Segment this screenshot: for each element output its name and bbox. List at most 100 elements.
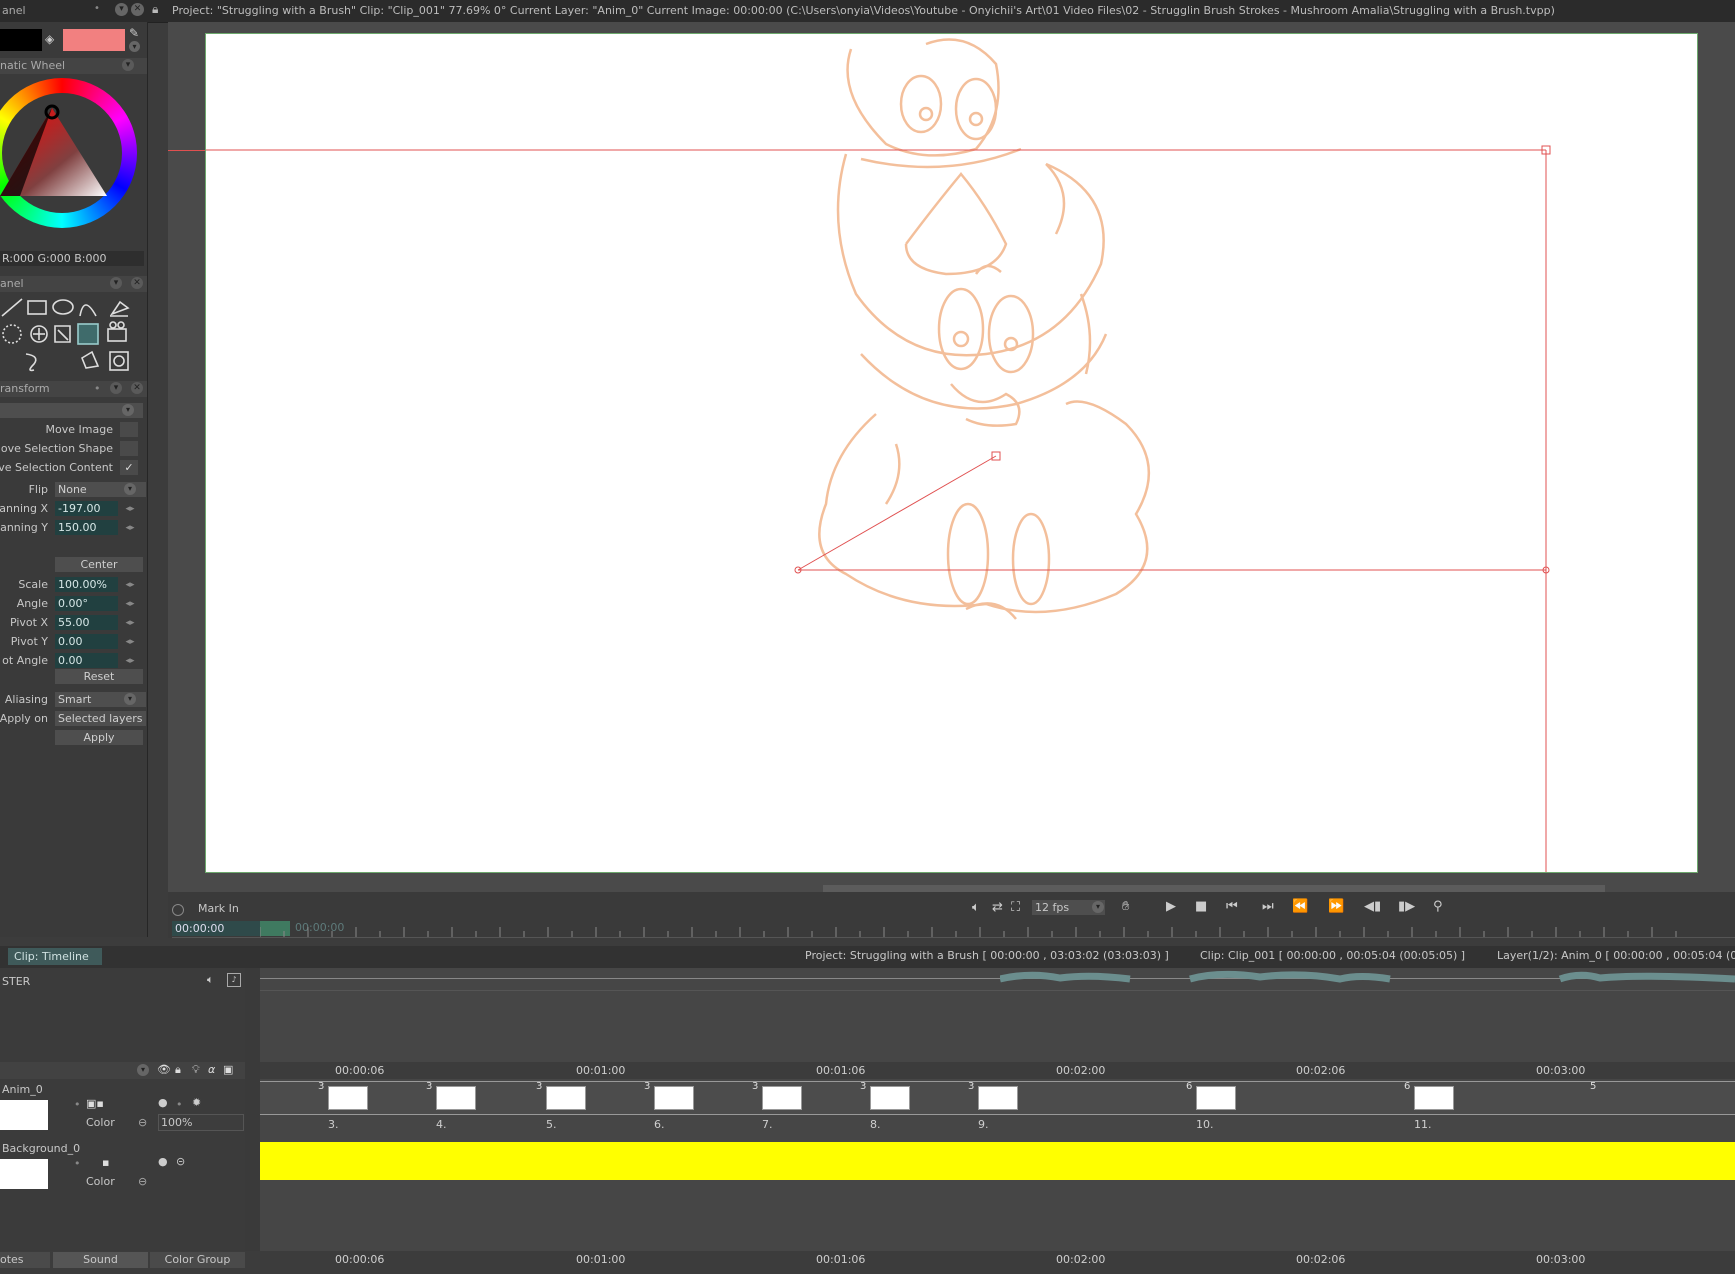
prev-frame-icon[interactable]: ◀▮ <box>1364 899 1381 914</box>
fullscreen-icon[interactable]: ⛶ <box>1011 900 1020 915</box>
opacity-field[interactable]: 100% <box>158 1114 244 1131</box>
pin-icon[interactable]: • <box>94 3 100 14</box>
last-frame-icon[interactable]: ⏭ <box>1262 899 1274 914</box>
frame-thumbnail[interactable] <box>546 1086 586 1110</box>
scale-field[interactable]: 100.00% <box>55 577 118 592</box>
next-key-icon[interactable]: ⏩ <box>1328 899 1344 914</box>
hand-icon[interactable]: ✋︎ <box>1122 899 1129 914</box>
close-icon[interactable]: ✕ <box>131 3 144 16</box>
apply-button[interactable]: Apply <box>55 730 143 745</box>
mark-in-label[interactable]: Mark In <box>198 902 239 915</box>
lock-icon[interactable]: 🔒︎ <box>175 1063 181 1077</box>
next-frame-icon[interactable]: ▮▶ <box>1398 899 1415 914</box>
frame-thumbnail[interactable] <box>762 1086 802 1110</box>
eyedropper-icon[interactable]: ✎ <box>129 26 139 40</box>
move-image-checkbox[interactable] <box>120 422 138 437</box>
spinner-icon[interactable]: ◂▸ <box>124 636 136 648</box>
panning-y-field[interactable]: 150.00 <box>55 520 118 535</box>
first-frame-icon[interactable]: ⏮ <box>1226 899 1238 914</box>
light-table-icon[interactable]: 💡︎ <box>192 1063 200 1077</box>
background-track[interactable] <box>260 1142 1735 1180</box>
play-icon[interactable]: ▶ <box>1166 899 1176 914</box>
mark-in-icon[interactable] <box>172 904 184 916</box>
splitter[interactable] <box>245 968 260 1251</box>
frame-thumbnail[interactable] <box>1196 1086 1236 1110</box>
panning-x-field[interactable]: -197.00 <box>55 501 118 516</box>
stop-icon[interactable]: ■ <box>1195 899 1207 914</box>
marker-icon[interactable]: ⚲ <box>1433 899 1443 914</box>
volume-icon[interactable]: 🔈︎ <box>972 900 980 915</box>
frame-thumbnail[interactable] <box>328 1086 368 1110</box>
pivot-x-field[interactable]: 55.00 <box>55 615 118 630</box>
lock-icon[interactable]: 🔒︎ <box>152 2 158 17</box>
layer-mode-icon[interactable]: ▣▪ <box>86 1097 104 1110</box>
visibility-icon[interactable]: 👁︎ <box>157 1063 171 1076</box>
loop-icon[interactable]: ⇄ <box>992 900 1003 915</box>
check-icon[interactable]: ✓ <box>120 460 138 475</box>
frame-thumbnail[interactable] <box>870 1086 910 1110</box>
pin-icon[interactable]: • <box>74 1098 81 1111</box>
apply-on-dropdown[interactable]: Selected layers <box>55 711 146 726</box>
frame-thumbnail[interactable] <box>1414 1086 1454 1110</box>
layer-row-anim[interactable]: Anim_0 • ▣▪ ● • ✹ Color ⊖ 100% <box>0 1080 245 1138</box>
frame-duration: 3 <box>752 1081 759 1092</box>
secondary-color-swatch[interactable] <box>63 29 125 51</box>
panel-menu-icon[interactable]: ▾ <box>110 382 122 394</box>
spinner-icon[interactable]: ◂▸ <box>124 503 136 515</box>
chevron-down-icon[interactable]: ▾ <box>137 1064 149 1076</box>
spinner-icon[interactable]: ◂▸ <box>124 522 136 534</box>
sound-settings-icon[interactable]: ♪ <box>227 973 241 987</box>
track-area[interactable]: 00:00:06 00:01:00 00:01:06 00:02:00 00:0… <box>260 968 1735 1251</box>
visibility-dot-icon[interactable]: ● <box>158 1096 168 1109</box>
transform-preset-dropdown[interactable]: ▾ <box>0 403 143 418</box>
close-icon[interactable]: ✕ <box>131 277 143 289</box>
panel-menu-icon[interactable]: ▾ <box>122 59 134 71</box>
pivot-y-field[interactable]: 0.00 <box>55 634 118 649</box>
prev-key-icon[interactable]: ⏪ <box>1292 899 1308 914</box>
anim-track[interactable]: 3 3 3 3 3 3 3 6 6 5 <box>260 1081 1735 1115</box>
minus-icon[interactable]: ⊖ <box>138 1175 147 1188</box>
minimize-icon[interactable]: ▾ <box>115 3 128 16</box>
sound-tab[interactable]: Sound <box>53 1252 148 1268</box>
angle-field[interactable]: 0.00° <box>55 596 118 611</box>
layer-mode-icon[interactable]: ▪ <box>102 1156 109 1169</box>
swap-colors-icon[interactable]: ◈ <box>45 32 59 46</box>
ruler-mark: 00:03:00 <box>1536 1253 1586 1266</box>
light-table-icon[interactable]: ✹ <box>192 1096 201 1109</box>
spinner-icon[interactable]: ◂▸ <box>124 617 136 629</box>
panel-menu-icon[interactable]: ▾ <box>110 277 122 289</box>
frame-thumbnail[interactable] <box>654 1086 694 1110</box>
lock-icon[interactable]: ⊝ <box>176 1155 185 1168</box>
move-selection-shape-checkbox[interactable] <box>120 441 138 456</box>
notes-tab[interactable]: otes <box>0 1252 50 1268</box>
spinner-icon[interactable]: ◂▸ <box>124 579 136 591</box>
frame-number: 5. <box>546 1118 557 1131</box>
close-icon[interactable]: ✕ <box>131 382 143 394</box>
bottom-time-ruler[interactable]: 00:00:06 00:01:00 00:01:06 00:02:00 00:0… <box>260 1252 1735 1269</box>
color-menu-icon[interactable]: ▾ <box>129 41 140 52</box>
primary-color-swatch[interactable] <box>0 29 42 51</box>
panning-x-label: anning X <box>0 502 48 515</box>
spinner-icon[interactable]: ◂▸ <box>124 655 136 667</box>
alpha-icon[interactable]: α <box>208 1063 215 1076</box>
center-button[interactable]: Center <box>55 557 143 572</box>
current-time-field[interactable]: 00:00:00 <box>172 921 263 936</box>
layer-row-background[interactable]: Background_0 • ▪ ● ⊝ Color ⊖ <box>0 1139 245 1197</box>
frame-thumbnail[interactable] <box>436 1086 476 1110</box>
frame-thumbnail[interactable] <box>978 1086 1018 1110</box>
pin-icon[interactable]: • <box>176 1098 183 1111</box>
color-group-tab[interactable]: Color Group <box>150 1252 245 1268</box>
spinner-icon[interactable]: ◂▸ <box>124 598 136 610</box>
pin-icon[interactable]: • <box>94 381 101 397</box>
pin-icon[interactable]: • <box>74 1157 81 1170</box>
volume-icon[interactable]: 🔈︎ <box>207 973 214 987</box>
stencil-icon[interactable]: ▣ <box>223 1063 233 1076</box>
pivot-angle-field[interactable]: 0.00 <box>55 653 118 668</box>
minus-icon[interactable]: ⊖ <box>138 1116 147 1129</box>
timeline-ruler[interactable]: 00:00:06 00:01:00 00:01:06 00:02:00 00:0… <box>260 1062 1735 1079</box>
color-triangle[interactable] <box>0 78 140 228</box>
visibility-dot-icon[interactable]: ● <box>158 1155 168 1168</box>
reset-button[interactable]: Reset <box>55 669 143 684</box>
timeline-tab[interactable]: Clip: Timeline <box>8 948 102 965</box>
drawing-canvas[interactable] <box>205 33 1698 873</box>
